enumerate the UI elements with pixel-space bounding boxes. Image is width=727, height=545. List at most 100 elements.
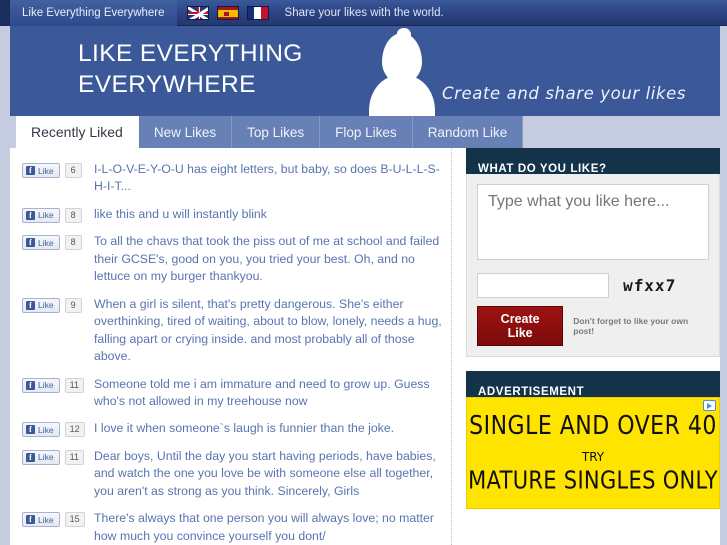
tab-flop-likes[interactable]: Flop Likes [320, 116, 413, 148]
create-like-button[interactable]: Create Like [477, 306, 564, 346]
facebook-icon: f [26, 238, 35, 248]
like-button-label: Like [38, 300, 54, 311]
like-count-badge: 8 [64, 207, 82, 223]
page-left-margin [0, 26, 10, 545]
facebook-icon: f [26, 210, 35, 220]
tab-new-likes[interactable]: New Likes [138, 116, 233, 148]
topbar-left-cap [0, 0, 10, 26]
column-divider [451, 148, 452, 545]
page-root: Like Everything Everywhere Share your li… [0, 0, 727, 545]
tab-label: Top Likes [247, 124, 305, 140]
site-name-link[interactable]: Like Everything Everywhere [10, 0, 177, 26]
like-count-badge: 12 [64, 422, 85, 438]
like-controls: f Like 15 [22, 510, 94, 528]
site-name-label: Like Everything Everywhere [22, 6, 165, 19]
topbar-tagline: Share your likes with the world. [284, 6, 444, 19]
like-text[interactable]: Someone told me i am immature and need t… [94, 376, 447, 411]
silhouette-body [369, 75, 435, 116]
like-text[interactable]: Dear boys, Until the day you start havin… [94, 448, 447, 500]
list-item: f Like 8 To all the chavs that took the … [22, 228, 447, 290]
facebook-icon: f [26, 452, 35, 462]
like-button-label: Like [38, 237, 54, 248]
list-item: f Like 8 like this and u will instantly … [22, 201, 447, 228]
captcha-input[interactable] [477, 273, 609, 298]
like-count-badge: 8 [64, 235, 82, 251]
uk-flag-icon[interactable] [186, 5, 209, 20]
france-flag-icon[interactable] [246, 5, 269, 20]
facebook-icon: f [26, 425, 35, 435]
create-like-panel-body: wfxx7 Create Like Don't forget to like y… [466, 174, 720, 357]
like-count-badge: 15 [64, 512, 85, 528]
create-like-panel-title: WHAT DO YOU LIKE? [478, 163, 607, 174]
list-item: f Like 9 When a girl is silent, that's p… [22, 291, 447, 371]
like-button-label: Like [38, 424, 54, 435]
advertisement-panel: ADVERTISEMENT SINGLE AND OVER 40 TRY MAT… [466, 371, 720, 509]
like-button-label: Like [38, 452, 54, 463]
create-like-panel-header: WHAT DO YOU LIKE? [466, 148, 720, 174]
likes-feed: f Like 6 I-L-O-V-E-Y-O-U has eight lette… [22, 156, 447, 545]
captcha-row: wfxx7 [477, 273, 709, 298]
facebook-like-button[interactable]: f Like [22, 449, 60, 465]
advertisement-banner[interactable]: SINGLE AND OVER 40 TRY MATURE SINGLES ON… [466, 397, 720, 509]
facebook-like-button[interactable]: f Like [22, 377, 60, 393]
facebook-like-button[interactable]: f Like [22, 297, 60, 313]
facebook-like-button[interactable]: f Like [22, 512, 60, 528]
like-controls: f Like 11 [22, 376, 94, 393]
tab-recently-liked[interactable]: Recently Liked [16, 116, 139, 148]
facebook-icon: f [26, 380, 35, 390]
top-utility-bar: Like Everything Everywhere Share your li… [0, 0, 727, 26]
tab-top-likes[interactable]: Top Likes [232, 116, 321, 148]
list-item: f Like 6 I-L-O-V-E-Y-O-U has eight lette… [22, 156, 447, 201]
tab-random-like[interactable]: Random Like [412, 116, 524, 148]
like-text-input[interactable] [477, 184, 709, 260]
like-controls: f Like 6 [22, 161, 94, 178]
like-button-label: Like [38, 514, 54, 525]
list-item: f Like 12 I love it when someone`s laugh… [22, 415, 447, 442]
like-text[interactable]: When a girl is silent, that's pretty dan… [94, 296, 447, 366]
like-button-label: Like [38, 380, 54, 391]
tab-label: Recently Liked [31, 124, 123, 140]
banner-title: LIKE EVERYTHING EVERYWHERE [78, 40, 303, 99]
main-content-card: f Like 6 I-L-O-V-E-Y-O-U has eight lette… [10, 148, 720, 545]
tab-label: Flop Likes [335, 124, 397, 140]
like-text[interactable]: To all the chavs that took the piss out … [94, 233, 447, 285]
tab-label: New Likes [153, 124, 217, 140]
tab-label: Random Like [427, 124, 508, 140]
person-silhouette-icon [365, 33, 439, 116]
facebook-icon: f [26, 515, 35, 525]
ad-choices-icon[interactable] [703, 400, 716, 411]
facebook-like-button[interactable]: f Like [22, 207, 60, 223]
captcha-image: wfxx7 [622, 276, 677, 295]
facebook-like-button[interactable]: f Like [22, 235, 60, 251]
spain-flag-icon[interactable] [216, 5, 239, 20]
facebook-like-button[interactable]: f Like [22, 422, 60, 438]
like-count-badge: 11 [64, 449, 84, 465]
like-text[interactable]: like this and u will instantly blink [94, 206, 447, 223]
create-like-panel: WHAT DO YOU LIKE? wfxx7 Create Like Don'… [466, 148, 720, 357]
facebook-icon: f [26, 166, 35, 175]
list-item: f Like 15 There's always that one person… [22, 505, 447, 545]
like-text[interactable]: I love it when someone`s laugh is funnie… [94, 420, 447, 437]
right-sidebar: WHAT DO YOU LIKE? wfxx7 Create Like Don'… [466, 148, 720, 509]
like-count-badge: 6 [64, 163, 82, 178]
like-controls: f Like 8 [22, 206, 94, 223]
like-controls: f Like 11 [22, 448, 94, 465]
list-item: f Like 11 Someone told me i am immature … [22, 371, 447, 416]
like-count-badge: 11 [64, 377, 84, 393]
list-item: f Like 11 Dear boys, Until the day you s… [22, 443, 447, 505]
like-text[interactable]: I-L-O-V-E-Y-O-U has eight letters, but b… [94, 161, 447, 196]
like-controls: f Like 12 [22, 420, 94, 438]
ad-subline: TRY [581, 450, 605, 464]
submit-row: Create Like Don't forget to like your ow… [477, 306, 709, 346]
advertisement-title: ADVERTISEMENT [478, 386, 585, 397]
site-banner: LIKE EVERYTHING EVERYWHERE Create and sh… [10, 26, 720, 116]
language-flags [177, 5, 279, 20]
like-text[interactable]: There's always that one person you will … [94, 510, 447, 545]
primary-tabs: Recently Liked New Likes Top Likes Flop … [16, 116, 524, 148]
like-button-label: Like [38, 165, 54, 176]
facebook-like-button[interactable]: f Like [22, 163, 60, 178]
create-like-note: Don't forget to like your own post! [573, 316, 689, 336]
advertisement-header: ADVERTISEMENT [466, 371, 720, 397]
banner-tagline: Create and share your likes [442, 84, 687, 103]
like-controls: f Like 8 [22, 233, 94, 251]
